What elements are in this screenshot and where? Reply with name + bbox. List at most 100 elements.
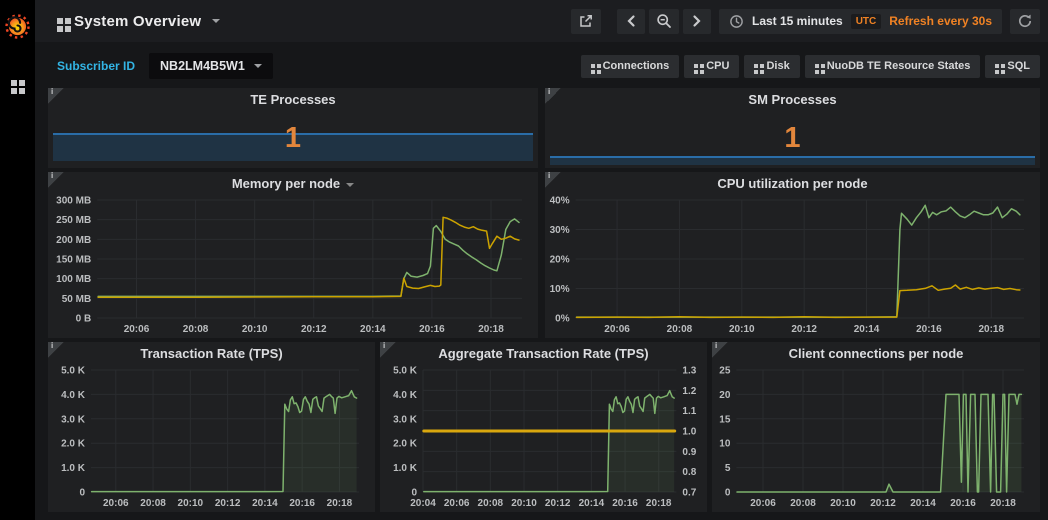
- svg-text:20:08: 20:08: [140, 498, 166, 509]
- svg-text:0.9: 0.9: [682, 447, 696, 458]
- time-back-button[interactable]: [616, 8, 645, 34]
- share-button[interactable]: [570, 8, 601, 34]
- svg-text:0: 0: [79, 488, 85, 499]
- svg-text:0: 0: [725, 488, 731, 499]
- info-icon[interactable]: i: [712, 341, 728, 358]
- panel-title[interactable]: TE Processes: [64, 88, 522, 110]
- panel-title[interactable]: Client connections per node: [728, 342, 1024, 364]
- svg-text:10%: 10%: [550, 284, 570, 295]
- svg-text:20:18: 20:18: [990, 498, 1016, 509]
- zoom-out-button[interactable]: [648, 8, 679, 34]
- dashboard-link-cpu[interactable]: CPU: [684, 54, 740, 78]
- svg-text:2.0 K: 2.0 K: [61, 439, 86, 450]
- svg-text:1.0: 1.0: [682, 427, 696, 438]
- svg-text:0.7: 0.7: [682, 488, 696, 499]
- svg-text:5.0 K: 5.0 K: [393, 366, 418, 377]
- svg-text:20:10: 20:10: [511, 498, 537, 509]
- time-picker[interactable]: Last 15 minutes UTC Refresh every 30s: [718, 8, 1002, 34]
- dashboard-title-dropdown[interactable]: System Overview: [57, 13, 221, 30]
- cpu-utilization-chart[interactable]: 0% 10% 20% 30% 40% 20:06 20:08 20:10 20:12 20:14 2…: [547, 194, 1038, 336]
- info-icon[interactable]: i: [48, 87, 64, 104]
- panel-te-processes: i TE Processes 1: [48, 87, 538, 168]
- svg-text:20: 20: [719, 390, 731, 401]
- svg-text:20:16: 20:16: [419, 324, 445, 335]
- dashboard-icon: [995, 64, 1000, 68]
- refresh-button[interactable]: [1010, 8, 1040, 34]
- client-connections-chart[interactable]: 0 5 10 15 20 25 20:06 20:08 20:10 20:12 20:14 20:16…: [714, 364, 1038, 510]
- dashboard-submenu: Subscriber ID NB2LM4B5W1 Connections CPU…: [35, 50, 1048, 82]
- grafana-logo-icon[interactable]: [4, 13, 31, 40]
- svg-text:20:08: 20:08: [183, 324, 209, 335]
- svg-text:20:14: 20:14: [579, 498, 605, 509]
- info-icon[interactable]: i: [48, 171, 64, 188]
- chevron-right-icon: [693, 15, 701, 27]
- dashboards-icon[interactable]: [11, 80, 17, 86]
- panel-aggregate-transaction-rate: i Aggregate Transaction Rate (TPS) 0 1.0 …: [380, 341, 707, 512]
- transaction-rate-chart[interactable]: 0 1.0 K 2.0 K 3.0 K 4.0 K 5.0 K 20:06 20:08 20:1…: [50, 364, 373, 510]
- dashboard-link-nuodb-te-resource-states[interactable]: NuoDB TE Resource States: [804, 54, 981, 78]
- aggregate-transaction-rate-chart[interactable]: 0 1.0 K 2.0 K 3.0 K 4.0 K 5.0 K 0.7 0.8 0.9 1.0 1.…: [382, 364, 705, 510]
- svg-text:20:16: 20:16: [950, 498, 976, 509]
- panel-title[interactable]: CPU utilization per node: [561, 172, 1024, 194]
- svg-text:20:18: 20:18: [327, 498, 353, 509]
- share-icon: [580, 15, 592, 27]
- refresh-icon: [1019, 14, 1032, 28]
- navbar-controls: Last 15 minutes UTC Refresh every 30s: [570, 8, 1040, 34]
- info-icon[interactable]: i: [380, 341, 396, 358]
- dashboard-link-sql[interactable]: SQL: [985, 54, 1040, 78]
- svg-text:1.3: 1.3: [682, 366, 696, 377]
- sm-processes-value: 1: [784, 122, 801, 154]
- svg-text:20:12: 20:12: [215, 498, 241, 509]
- svg-text:20:06: 20:06: [444, 498, 470, 509]
- svg-text:20:10: 20:10: [242, 324, 268, 335]
- svg-text:15: 15: [719, 414, 731, 425]
- timezone-badge: UTC: [850, 13, 882, 29]
- dashboard-icon: [754, 64, 759, 68]
- memory-per-node-chart[interactable]: 0 B 50 MB 100 MB 150 MB 200 MB 250 MB 300 MB 20…: [50, 194, 536, 336]
- svg-text:20:06: 20:06: [124, 324, 150, 335]
- panel-cpu-utilization: i CPU utilization per node 0% 10% 20% 30% 40…: [545, 171, 1040, 338]
- sm-sparkline-bar: [550, 156, 1035, 165]
- svg-text:20:14: 20:14: [854, 324, 880, 335]
- svg-text:25: 25: [719, 366, 731, 377]
- svg-text:20%: 20%: [550, 255, 570, 266]
- svg-text:20:08: 20:08: [667, 324, 693, 335]
- chevron-down-icon: [253, 64, 262, 68]
- svg-text:20:10: 20:10: [729, 324, 755, 335]
- svg-text:20:06: 20:06: [604, 324, 630, 335]
- svg-text:2.0 K: 2.0 K: [393, 439, 418, 450]
- panel-sm-processes: i SM Processes 1: [545, 87, 1040, 168]
- refresh-interval-label: Refresh every 30s: [889, 14, 992, 28]
- svg-text:20:12: 20:12: [870, 498, 896, 509]
- panel-title[interactable]: SM Processes: [561, 88, 1024, 110]
- svg-text:3.0 K: 3.0 K: [61, 414, 86, 425]
- svg-text:0.8: 0.8: [682, 467, 696, 478]
- panel-title[interactable]: Aggregate Transaction Rate (TPS): [396, 342, 691, 364]
- dashboard-link-connections[interactable]: Connections: [580, 54, 680, 78]
- panel-title[interactable]: Transaction Rate (TPS): [64, 342, 359, 364]
- svg-text:5: 5: [725, 463, 731, 474]
- info-icon[interactable]: i: [545, 87, 561, 104]
- dashboard-icon: [57, 18, 63, 24]
- info-icon[interactable]: i: [48, 341, 64, 358]
- variable-label[interactable]: Subscriber ID: [57, 59, 135, 73]
- sidebar: [0, 0, 35, 520]
- panel-title[interactable]: Memory per node: [64, 172, 522, 194]
- svg-text:20:16: 20:16: [612, 498, 638, 509]
- info-icon[interactable]: i: [545, 171, 561, 188]
- svg-text:20:12: 20:12: [545, 498, 571, 509]
- dashboard-icon: [590, 64, 595, 68]
- top-navbar: System Overview Last 15 minutes UTC Refr…: [35, 0, 1048, 42]
- svg-text:40%: 40%: [550, 196, 570, 207]
- svg-text:20:18: 20:18: [478, 324, 504, 335]
- svg-text:10: 10: [719, 439, 731, 450]
- panel-transaction-rate: i Transaction Rate (TPS) 0 1.0 K 2.0 K 3.0 …: [48, 341, 375, 512]
- variable-value: NB2LM4B5W1: [160, 59, 245, 73]
- time-range-label: Last 15 minutes: [751, 14, 843, 28]
- variable-dropdown[interactable]: NB2LM4B5W1: [149, 53, 273, 79]
- svg-text:20:10: 20:10: [830, 498, 856, 509]
- chevron-down-icon: [212, 19, 221, 23]
- te-processes-value: 1: [284, 122, 302, 154]
- time-forward-button[interactable]: [682, 8, 711, 34]
- dashboard-link-disk[interactable]: Disk: [744, 54, 800, 78]
